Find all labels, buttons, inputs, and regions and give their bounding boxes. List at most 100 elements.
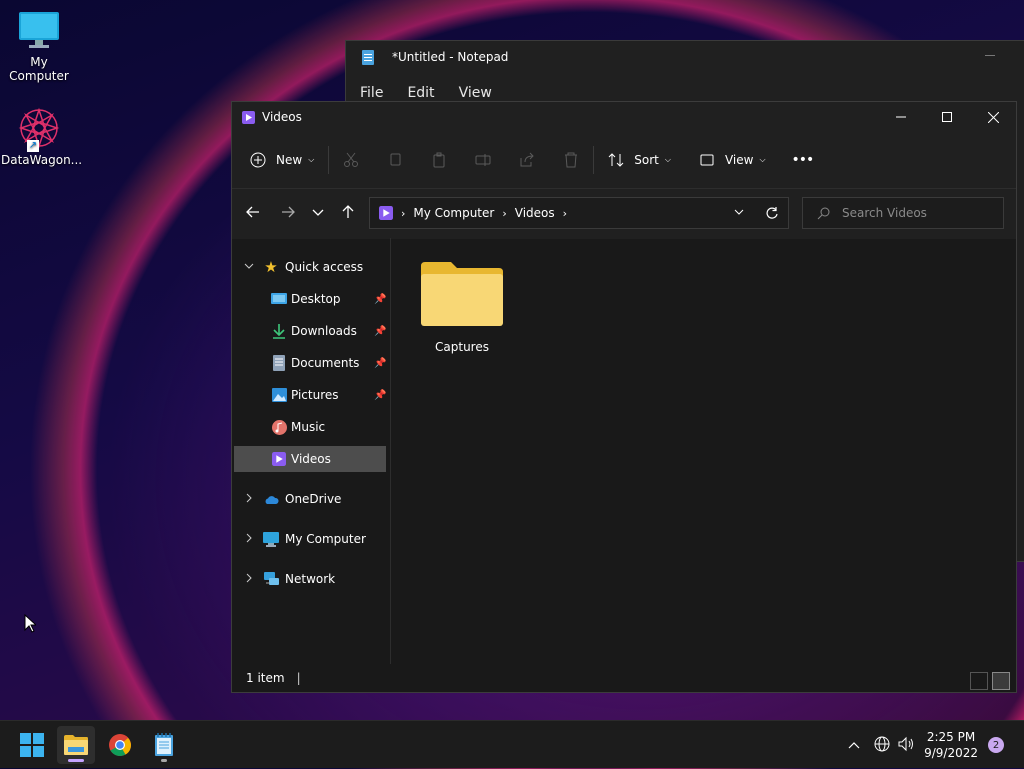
desktop-icon-my-computer[interactable]: My Computer [1, 10, 77, 83]
search-placeholder: Search Videos [842, 206, 927, 220]
chevron-right-icon[interactable] [244, 493, 254, 506]
nav-item-pictures[interactable]: Pictures 📌 [234, 382, 386, 408]
volume-icon[interactable] [898, 736, 916, 755]
share-icon [520, 152, 534, 167]
pin-icon: 📌 [374, 389, 387, 401]
up-button[interactable] [341, 204, 355, 223]
status-divider: | [296, 671, 301, 685]
menu-view[interactable]: View [459, 85, 492, 101]
chevron-right-icon[interactable] [244, 533, 254, 546]
arrow-right-icon [282, 206, 295, 218]
file-explorer-window[interactable]: Videos New ⌵ Sort ⌵ View ⌵ ••• › My Comp… [231, 101, 1017, 693]
show-hidden-icons-chevron-up-icon[interactable] [848, 738, 860, 752]
start-button[interactable] [13, 726, 51, 764]
folder-item[interactable]: Captures [414, 260, 510, 354]
copy-button[interactable] [387, 152, 403, 168]
view-button[interactable]: View ⌵ [699, 152, 766, 168]
recent-locations-button[interactable] [312, 204, 324, 223]
chevron-right-icon[interactable] [244, 573, 254, 586]
monitor-icon [18, 10, 60, 52]
chevron-down-icon[interactable] [244, 261, 254, 274]
address-dropdown-icon[interactable] [734, 206, 744, 220]
folder-label: Captures [435, 340, 489, 354]
nav-label: My Computer [285, 532, 366, 546]
sort-button[interactable]: Sort ⌵ [608, 152, 671, 168]
command-bar: New ⌵ Sort ⌵ View ⌵ ••• [232, 132, 1016, 189]
taskbar-chrome[interactable] [101, 726, 139, 764]
nav-label: Quick access [285, 260, 364, 274]
large-icons-view-button[interactable] [992, 672, 1010, 690]
breadcrumb-my-computer[interactable]: My Computer [413, 206, 494, 220]
refresh-icon[interactable] [765, 206, 778, 222]
arrow-up-icon [342, 205, 354, 218]
taskbar-file-explorer[interactable] [57, 726, 95, 764]
address-bar[interactable]: › My Computer › Videos › [369, 197, 789, 229]
nav-onedrive[interactable]: OneDrive [234, 486, 386, 512]
copy-icon [390, 153, 401, 166]
breadcrumb-chevron-icon: › [401, 206, 406, 220]
notepad-titlebar[interactable]: *Untitled - Notepad [346, 41, 1024, 73]
details-view-button[interactable] [970, 672, 988, 690]
address-row: › My Computer › Videos › Search Videos [232, 189, 1016, 239]
taskbar-notepad[interactable] [145, 726, 183, 764]
chevron-down-icon: ⌵ [308, 155, 315, 164]
nav-item-desktop[interactable]: Desktop 📌 [234, 286, 386, 312]
navigation-pane[interactable]: ★ Quick access Desktop 📌 Downloads 📌 Doc… [232, 238, 391, 664]
minimize-button[interactable] [878, 102, 924, 132]
paste-button[interactable] [431, 152, 447, 168]
videos-icon [379, 206, 393, 220]
nav-label: Downloads [291, 324, 357, 338]
file-list[interactable]: Captures [392, 238, 1016, 664]
back-button[interactable] [246, 204, 260, 223]
new-label: New [276, 153, 303, 167]
star-icon: ★ [264, 258, 278, 276]
nav-label: Pictures [291, 388, 339, 402]
nav-label: Desktop [291, 292, 341, 306]
desktop-icon-label: DataWagon... [1, 153, 83, 167]
nav-quick-access[interactable]: ★ Quick access [234, 254, 386, 280]
rename-icon [475, 154, 491, 166]
menu-file[interactable]: File [360, 85, 383, 101]
desktop-icon-label: My Computer [9, 55, 69, 83]
cut-button[interactable] [343, 152, 359, 168]
explorer-body: ★ Quick access Desktop 📌 Downloads 📌 Doc… [232, 238, 1016, 692]
more-options-button[interactable]: ••• [792, 152, 815, 168]
notepad-icon [155, 733, 173, 756]
trash-icon [565, 152, 578, 168]
forward-button[interactable] [281, 204, 295, 223]
nav-my-computer[interactable]: My Computer [234, 526, 386, 552]
taskbar: 2:25 PM 9/9/2022 2 [0, 720, 1024, 768]
desktop-icon-datawagon[interactable]: ↗ DataWagon... [1, 106, 82, 167]
rename-button[interactable] [475, 152, 491, 168]
nav-item-videos[interactable]: Videos [234, 446, 386, 472]
nav-label: Documents [291, 356, 360, 370]
share-button[interactable] [519, 152, 535, 168]
minimize-icon[interactable] [985, 55, 995, 56]
new-button[interactable]: New ⌵ [250, 152, 314, 168]
breadcrumb-videos[interactable]: Videos [515, 206, 555, 220]
chrome-icon [109, 734, 131, 756]
explorer-titlebar[interactable]: Videos [232, 102, 1016, 132]
maximize-button[interactable] [924, 102, 970, 132]
globe-network-icon[interactable] [874, 736, 890, 755]
search-icon [817, 207, 830, 219]
nav-item-music[interactable]: Music [234, 414, 386, 440]
delete-button[interactable] [563, 152, 579, 168]
documents-icon [271, 355, 287, 371]
clock[interactable]: 2:25 PM 9/9/2022 [924, 729, 978, 761]
menu-edit[interactable]: Edit [407, 85, 434, 101]
toolbar-divider [593, 146, 595, 174]
nav-network[interactable]: Network [234, 566, 386, 592]
cut-icon [344, 152, 359, 167]
close-button[interactable] [970, 102, 1016, 132]
pictures-icon [271, 387, 287, 403]
chevron-down-icon: ⌵ [664, 155, 671, 164]
search-box[interactable]: Search Videos [802, 197, 1004, 229]
view-icon [700, 154, 714, 166]
nav-item-documents[interactable]: Documents 📌 [234, 350, 386, 376]
notification-badge[interactable]: 2 [988, 737, 1004, 753]
nav-item-downloads[interactable]: Downloads 📌 [234, 318, 386, 344]
shortcut-arrow-icon: ↗ [27, 140, 39, 152]
pin-icon: 📌 [374, 293, 387, 305]
breadcrumb-chevron-icon: › [502, 206, 507, 220]
